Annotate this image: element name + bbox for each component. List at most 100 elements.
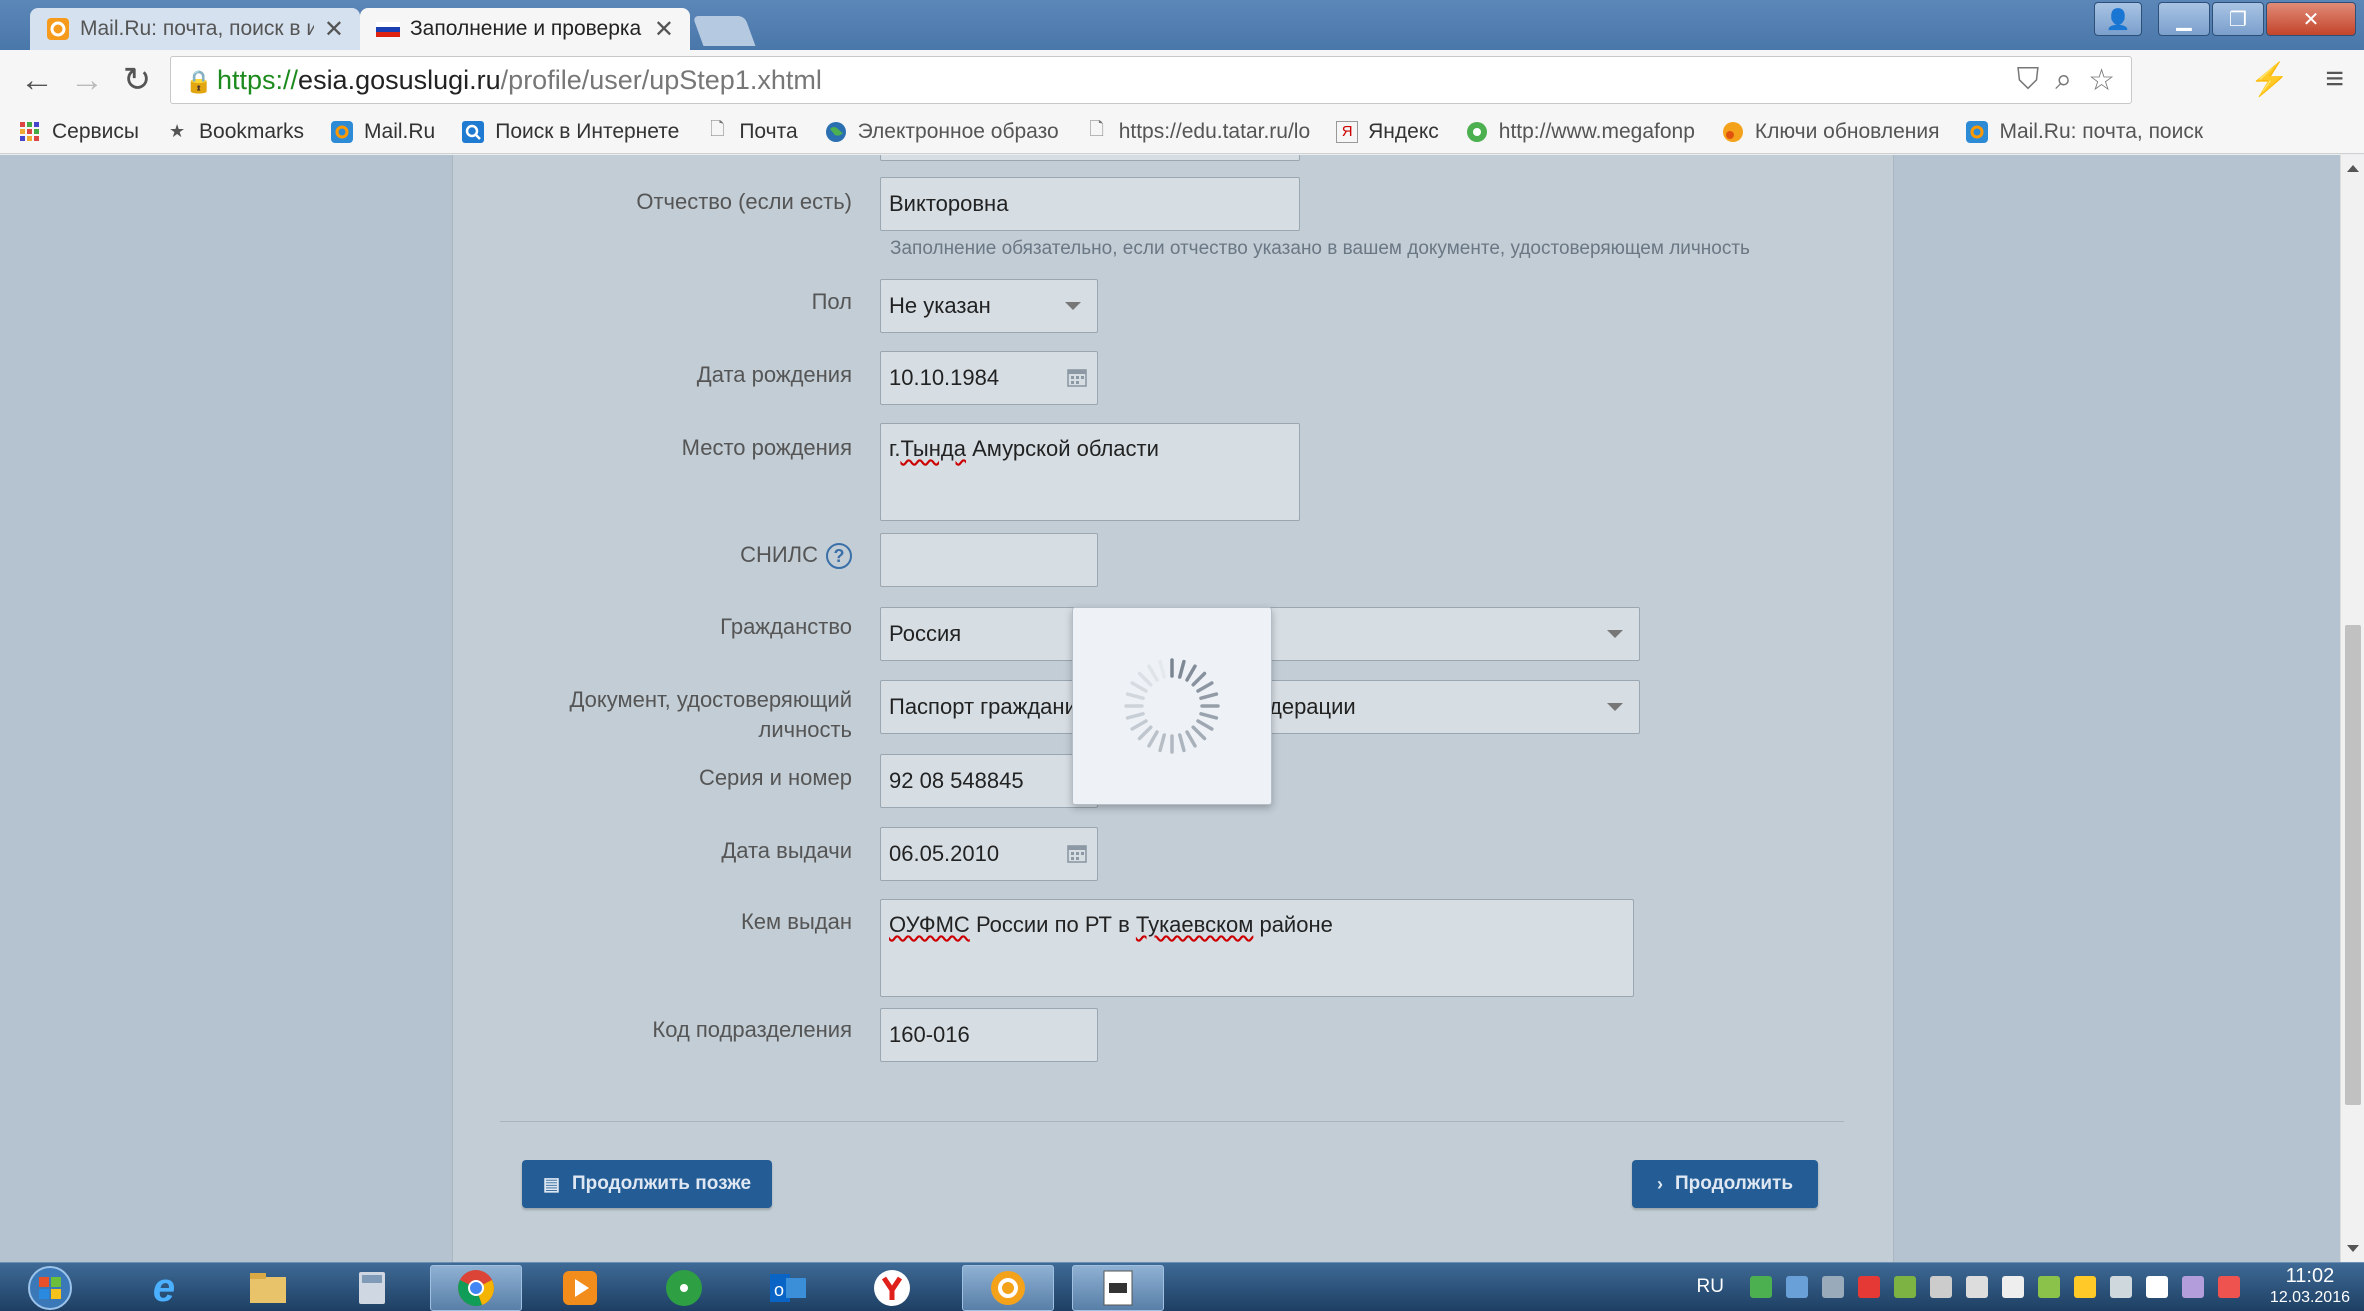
- clock-date: 12.03.2016: [2269, 1289, 2350, 1306]
- series-number-value: 92 08 548845: [889, 768, 1024, 793]
- issued-by-rest: районе: [1253, 912, 1333, 937]
- bookmark-item[interactable]: Ключи обновления: [1721, 119, 1940, 144]
- user-profile-icon[interactable]: 👤: [2094, 2, 2142, 36]
- bookmark-label: http://www.megafonp: [1498, 119, 1695, 143]
- issue-date-value: 06.05.2010: [889, 841, 1000, 866]
- yandex-browser-icon[interactable]: [846, 1265, 938, 1311]
- minimize-button[interactable]: ▁: [2158, 2, 2210, 36]
- extension-icon[interactable]: ⚡: [2249, 60, 2289, 98]
- calendar-icon[interactable]: [1067, 367, 1087, 387]
- help-icon[interactable]: ?: [826, 543, 852, 570]
- taskbar-clock[interactable]: 11:02 12.03.2016: [2270, 1265, 2350, 1309]
- internet-explorer-icon[interactable]: e: [118, 1265, 210, 1311]
- shield-icon[interactable]: ⛉: [2017, 63, 2040, 98]
- clock-time: 11:02: [2285, 1265, 2335, 1287]
- scroll-thumb[interactable]: [2345, 625, 2361, 1105]
- bookmark-label: Сервисы: [52, 119, 140, 143]
- continue-button[interactable]: › Продолжить: [1632, 1160, 1818, 1208]
- back-arrow-icon[interactable]: ←: [12, 61, 62, 100]
- close-window-button[interactable]: ✕: [2266, 2, 2356, 36]
- apps-grid-icon: [18, 120, 42, 144]
- continue-later-button[interactable]: ▤ Продолжить позже: [522, 1160, 772, 1208]
- bookmarks-bar: Сервисы ★ Bookmarks Mail.Ru Поиск в Интер…: [0, 110, 2364, 154]
- network-activity-icon[interactable]: [1749, 1276, 1772, 1298]
- network-radio-icon[interactable]: [638, 1265, 730, 1311]
- birth-place-textarea[interactable]: г.Тында Амурской области: [880, 423, 1300, 521]
- flag-icon[interactable]: [2181, 1276, 2204, 1298]
- volume-icon[interactable]: [2001, 1276, 2024, 1298]
- new-tab-button[interactable]: [692, 16, 756, 46]
- previous-field-input[interactable]: [880, 155, 1300, 161]
- birth-place-rest: Амурской области: [965, 436, 1159, 461]
- series-number-input[interactable]: 92 08 548845: [880, 754, 1098, 808]
- document-type-value-tail: дерации: [1269, 694, 1356, 719]
- issued-by-word2: Тукаевском: [1135, 912, 1254, 937]
- chrome-taskbar-icon[interactable]: [430, 1265, 522, 1311]
- tab-mailru[interactable]: Mail.Ru: почта, поиск в и ✕: [30, 8, 360, 50]
- russian-flag-icon: [376, 22, 400, 37]
- star-icon: ★: [168, 121, 186, 141]
- bookmark-item[interactable]: Поиск в Интернете: [461, 120, 679, 144]
- reload-icon[interactable]: ↻: [112, 60, 162, 100]
- forward-arrow-icon[interactable]: →: [62, 61, 112, 100]
- patronymic-input[interactable]: Викторовна: [880, 177, 1300, 231]
- start-button[interactable]: [10, 1265, 90, 1311]
- close-tab-icon[interactable]: ✕: [324, 15, 344, 44]
- bookmark-item[interactable]: Mail.Ru: почта, поиск: [1965, 120, 2203, 144]
- shield-tray-icon[interactable]: [1893, 1276, 1916, 1298]
- bookmark-item[interactable]: ★ Bookmarks: [165, 120, 304, 144]
- zoom-icon[interactable]: ⌕: [2055, 63, 2072, 98]
- sync-icon[interactable]: [1821, 1276, 1844, 1298]
- birth-place-label: Место рождения: [681, 435, 852, 460]
- language-indicator[interactable]: RU: [1696, 1276, 1723, 1298]
- outlook-icon[interactable]: o: [742, 1265, 834, 1311]
- calendar-icon[interactable]: [1067, 843, 1087, 863]
- page-viewport: Отчество (если есть) Викторовна Заполнен…: [0, 155, 2340, 1262]
- signal-icon[interactable]: [2109, 1276, 2132, 1298]
- media-player-icon[interactable]: [534, 1265, 626, 1311]
- birth-date-input[interactable]: 10.10.1984: [880, 351, 1098, 405]
- menu-icon[interactable]: ≡: [2325, 60, 2344, 98]
- mail-tray-icon[interactable]: [2145, 1276, 2168, 1298]
- scroll-down-icon[interactable]: [2347, 1245, 2359, 1252]
- issued-by-textarea[interactable]: ОУФМС России по РТ в Тукаевском районе: [880, 899, 1634, 997]
- gender-select[interactable]: Не указан: [880, 279, 1098, 333]
- bookmark-item[interactable]: 🗋 https://edu.tatar.ru/lo: [1085, 118, 1310, 144]
- tab-esia[interactable]: Заполнение и проверка ✕: [360, 8, 690, 50]
- page-scrollbar[interactable]: [2340, 155, 2364, 1262]
- bookmark-item[interactable]: Электронное образо: [824, 120, 1059, 144]
- issued-by-word1: ОУФМС: [889, 912, 970, 937]
- url-host: esia.gosuslugi.ru: [298, 64, 501, 95]
- bookmark-item[interactable]: 🗋 Почта: [705, 119, 798, 144]
- bookmark-label: Ключи обновления: [1754, 119, 1940, 143]
- bookmark-label: Яндекс: [1368, 119, 1439, 143]
- page-icon: 🗋: [1089, 118, 1104, 139]
- calculator-icon[interactable]: [326, 1265, 418, 1311]
- maximize-button[interactable]: ❐: [2212, 2, 2264, 36]
- snils-input[interactable]: [880, 533, 1098, 587]
- tray-icons: [1749, 1276, 2240, 1298]
- bookmark-item[interactable]: Я Яндекс: [1336, 120, 1439, 144]
- scroll-up-icon[interactable]: [2347, 165, 2359, 172]
- update-icon[interactable]: [2037, 1276, 2060, 1298]
- power-icon[interactable]: [1965, 1276, 1988, 1298]
- address-bar[interactable]: 🔒 https://esia.gosuslugi.ru/profile/user…: [170, 56, 2132, 104]
- security-icon[interactable]: [2073, 1276, 2096, 1298]
- bookmark-star-icon[interactable]: ☆: [2088, 63, 2115, 98]
- close-tab-icon[interactable]: ✕: [654, 15, 674, 44]
- usb-icon[interactable]: [1929, 1276, 1952, 1298]
- warning-icon[interactable]: [1857, 1276, 1880, 1298]
- division-code-input[interactable]: 160-016: [880, 1008, 1098, 1062]
- issue-date-input[interactable]: 06.05.2010: [880, 827, 1098, 881]
- bookmark-item[interactable]: Mail.Ru: [330, 120, 435, 144]
- globe-icon: [824, 120, 848, 144]
- tray-app-icon[interactable]: [1785, 1276, 1808, 1298]
- document-viewer-icon[interactable]: [1072, 1265, 1164, 1311]
- bookmark-item[interactable]: http://www.megafonp: [1465, 120, 1695, 144]
- yandex-icon: Я: [1336, 120, 1359, 143]
- bookmark-item[interactable]: Сервисы: [18, 120, 139, 144]
- continue-label: Продолжить: [1674, 1173, 1794, 1194]
- action-center-icon[interactable]: [2217, 1276, 2240, 1298]
- file-explorer-icon[interactable]: [222, 1265, 314, 1311]
- mail-agent-icon[interactable]: [962, 1265, 1054, 1311]
